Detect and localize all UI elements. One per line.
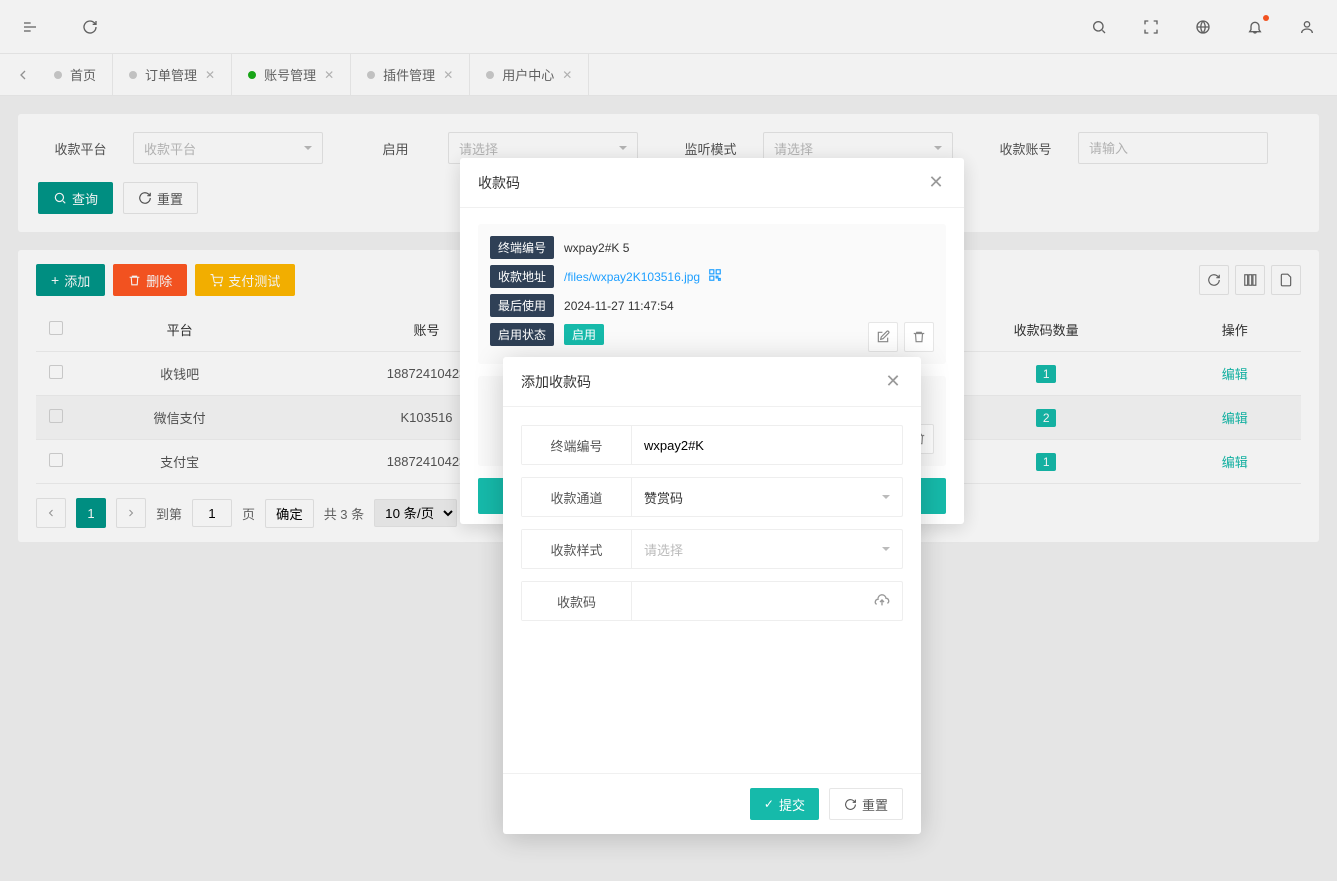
close-icon[interactable]: ✕ [926,172,946,193]
form-row-terminal: 终端编号 [521,425,903,465]
submit-button[interactable]: ✓ 提交 [750,788,819,820]
status-badge: 启用 [564,324,604,345]
style-select[interactable]: 请选择 [632,530,902,568]
delete-card-button[interactable] [904,322,934,352]
form-label: 终端编号 [522,426,632,464]
terminal-tag: 终端编号 [490,236,554,259]
qr-upload[interactable] [632,582,902,620]
form-label: 收款通道 [522,478,632,516]
channel-select[interactable]: 赞赏码 [632,478,902,516]
form-row-style: 收款样式 请选择 [521,529,903,569]
last-tag: 最后使用 [490,294,554,317]
status-tag: 启用状态 [490,323,554,346]
chevron-down-icon [882,547,890,555]
chevron-down-icon [882,495,890,503]
terminal-input[interactable] [644,438,890,453]
terminal-value: wxpay2#K 5 [564,241,629,255]
form-row-channel: 收款通道 赞赏码 [521,477,903,517]
form-label: 收款码 [522,582,632,620]
qr-info-card: 终端编号 wxpay2#K 5 收款地址 /files/wxpay2K10351… [478,224,946,364]
last-value: 2024-11-27 11:47:54 [564,299,674,313]
reset-form-button[interactable]: 重置 [829,788,903,820]
addr-link[interactable]: /files/wxpay2K103516.jpg [564,270,700,284]
form-label: 收款样式 [522,530,632,568]
edit-card-button[interactable] [868,322,898,352]
qrcode-icon[interactable] [708,268,722,285]
upload-icon [874,592,890,611]
close-icon[interactable]: ✕ [883,371,903,392]
addr-tag: 收款地址 [490,265,554,288]
modal-title: 收款码 [478,173,520,193]
form-row-qr: 收款码 [521,581,903,621]
add-qr-modal: 添加收款码 ✕ 终端编号 收款通道 赞赏码 收款样式 请选择 收款码 [503,357,921,834]
modal2-title: 添加收款码 [521,372,591,392]
